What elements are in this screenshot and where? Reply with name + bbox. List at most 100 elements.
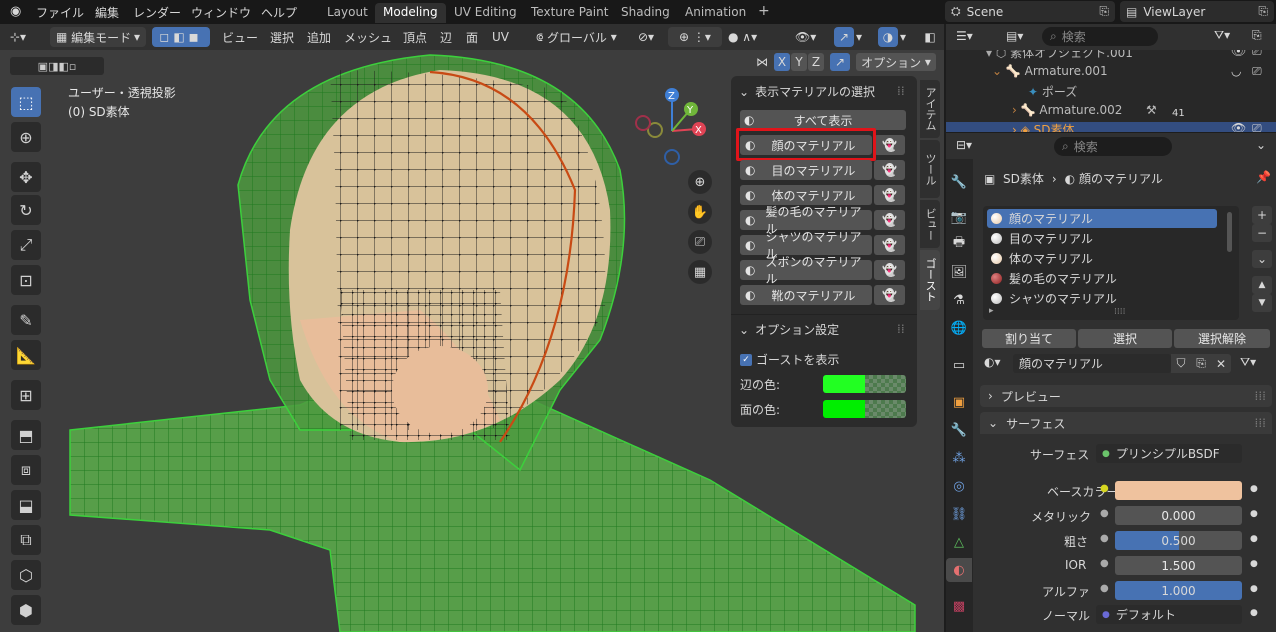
move-tool-icon[interactable]: ✥ — [11, 162, 41, 192]
properties-editor-icon[interactable]: ⊟▾ — [956, 138, 972, 152]
metallic-slider[interactable]: 0.000 — [1115, 506, 1242, 525]
options-dropdown[interactable]: オプション ▾ — [856, 53, 936, 71]
keyframe-dot-icon[interactable]: ● — [1250, 534, 1258, 544]
vtab-item[interactable]: アイテム — [920, 80, 940, 138]
transform-tool-icon[interactable]: ⊡ — [11, 265, 41, 295]
link-dropdown-icon[interactable]: ⛛▾ — [1240, 355, 1256, 370]
roughness-slider[interactable]: 0.500 — [1115, 531, 1242, 550]
tab-texture-paint[interactable]: Texture Paint — [523, 3, 616, 23]
deselect-button[interactable]: 選択解除 — [1174, 329, 1270, 348]
menu-file[interactable]: ファイル — [36, 4, 84, 21]
surface-panel-header[interactable]: ⌄ サーフェス ⁞⁞⁞ — [980, 412, 1272, 434]
drag-handle-icon[interactable]: ⁞⁞ — [897, 84, 905, 98]
material-slot[interactable]: 目のマテリアル — [987, 229, 1217, 248]
select-button[interactable]: 選択 — [1078, 329, 1172, 348]
measure-tool-icon[interactable]: 📐 — [11, 340, 41, 370]
face-color-swatch[interactable] — [823, 400, 906, 418]
tree-row-selected[interactable] — [946, 122, 1276, 132]
menu-vertex[interactable]: 頂点 — [403, 27, 427, 47]
ghost-toggle-pants[interactable]: 👻 — [874, 260, 905, 280]
vtab-ghost[interactable]: ゴースト — [920, 250, 940, 310]
tree-row[interactable]: ✦ ポーズ — [1028, 83, 1077, 100]
material-button-pants[interactable]: ◐ ズボンのマテリアル — [740, 255, 872, 286]
mirror-y-button[interactable]: Y — [791, 53, 807, 71]
alpha-slider[interactable]: 1.000 — [1115, 581, 1242, 600]
ior-field[interactable]: 1.500 — [1115, 556, 1242, 575]
ghost-toggle-body[interactable]: 👻 — [874, 185, 905, 205]
assign-button[interactable]: 割り当て — [982, 329, 1076, 348]
tree-row[interactable]: › ◈ SD素体 — [1012, 121, 1075, 132]
loop-cut-tool-icon[interactable]: ⧉ — [11, 525, 41, 555]
options-settings-header[interactable]: ⌄ オプション設定 — [739, 321, 839, 338]
ghost-toggle-eye[interactable]: 👻 — [874, 160, 905, 180]
navigation-gizmo[interactable]: Z Y X — [635, 85, 715, 165]
view-layer-tab-icon[interactable]: 🖼 — [946, 260, 972, 284]
zoom-icon[interactable]: ⊕ — [688, 170, 712, 194]
menu-mesh[interactable]: メッシュ — [344, 27, 392, 47]
eye-icon[interactable]: 👁 — [1231, 50, 1246, 58]
move-slot-down-button[interactable]: ▼ — [1252, 294, 1272, 312]
tree-row[interactable]: › 🦴 Armature.002 — [1012, 103, 1122, 117]
render-tab-icon[interactable]: 📷 — [946, 205, 972, 229]
pan-hand-icon[interactable]: ✋ — [688, 200, 712, 224]
object-tab-icon[interactable]: ▣ — [946, 390, 972, 414]
tab-animation[interactable]: Animation — [677, 3, 754, 23]
remove-slot-button[interactable]: − — [1252, 224, 1272, 242]
modifier-tab-icon[interactable]: 🔧 — [946, 418, 972, 442]
mirror-z-button[interactable]: Z — [808, 53, 824, 71]
material-slot[interactable]: シャツのマテリアル — [987, 289, 1217, 308]
menu-uv[interactable]: UV — [492, 27, 509, 47]
outliner-editor-icon[interactable]: ☰▾ — [956, 29, 973, 43]
tool-tab-icon[interactable]: 🔧 — [946, 170, 972, 194]
unlink-icon[interactable]: ✕ — [1211, 354, 1231, 373]
menu-edit[interactable]: 編集 — [95, 4, 119, 21]
material-slot[interactable]: 髪の毛のマテリアル — [987, 269, 1217, 288]
particles-tab-icon[interactable]: ⁂ — [946, 446, 972, 470]
rotate-tool-icon[interactable]: ↻ — [11, 195, 41, 225]
mode-dropdown[interactable]: ▦ 編集モード ▾ — [50, 27, 146, 47]
visibility-icon[interactable]: 👁▾ — [795, 27, 816, 47]
show-all-button[interactable]: ◐ すべて表示 — [740, 110, 906, 130]
menu-render[interactable]: レンダー — [133, 4, 181, 21]
poly-build-tool-icon[interactable]: ⬢ — [11, 595, 41, 625]
overlay-dropdown[interactable]: ▾ — [900, 27, 906, 47]
menu-view[interactable]: ビュー — [222, 27, 258, 47]
transform-orientation-dropdown[interactable]: ⟃ グローバル ▾ — [536, 27, 617, 47]
physics-tab-icon[interactable]: ◎ — [946, 474, 972, 498]
menu-select[interactable]: 選択 — [270, 27, 294, 47]
selection-mode-icons[interactable]: ▣◨◧▫ — [10, 57, 104, 75]
data-tab-icon[interactable]: △ — [946, 530, 972, 554]
annotate-tool-icon[interactable]: ✎ — [11, 305, 41, 335]
pin-icon[interactable]: 📌 — [1256, 170, 1271, 184]
visibility-icon[interactable]: ◡ — [1231, 64, 1241, 78]
cursor-tool-icon[interactable]: ⊕ — [11, 122, 41, 152]
inset-tool-icon[interactable]: ⧈ — [11, 455, 41, 485]
material-slot[interactable]: 顔のマテリアル — [987, 209, 1217, 228]
duplicate-icon[interactable]: ⎘ — [1191, 354, 1211, 373]
material-button-eye[interactable]: ◐ 目のマテリアル — [740, 160, 872, 180]
auto-merge-icon[interactable]: ↗ — [830, 53, 850, 71]
perspective-grid-icon[interactable]: ▦ — [688, 260, 712, 284]
chevron-down-icon[interactable]: ⌄ — [1256, 138, 1266, 152]
resize-handle-icon[interactable]: ⁞⁞⁞⁞ — [1114, 307, 1125, 317]
new-collection-icon[interactable]: ⎘ — [1252, 28, 1262, 43]
pin-icon[interactable]: ⎘ — [1099, 4, 1109, 19]
add-cube-tool-icon[interactable]: ⊞ — [11, 380, 41, 410]
ghost-checkbox-row[interactable]: ✓ ゴーストを表示 — [740, 351, 839, 368]
select-box-tool-icon[interactable]: ⬚ — [11, 87, 41, 117]
material-slot[interactable]: 体のマテリアル — [987, 249, 1217, 268]
keyframe-dot-icon[interactable]: ● — [1250, 608, 1258, 618]
tab-modeling[interactable]: Modeling — [375, 3, 446, 23]
render-icon[interactable]: ⎚ — [1252, 121, 1262, 132]
scene-selector[interactable]: ⛭ Scene ⎘ — [945, 1, 1115, 22]
fake-user-icon[interactable]: ⛉ — [1171, 354, 1191, 373]
knife-tool-icon[interactable]: ⬡ — [11, 560, 41, 590]
material-button-body[interactable]: ◐ 体のマテリアル — [740, 185, 872, 205]
menu-help[interactable]: ヘルプ — [261, 4, 297, 21]
constraints-tab-icon[interactable]: ⛓ — [946, 502, 972, 526]
ghost-checkbox[interactable]: ✓ — [740, 353, 752, 366]
filter-icon[interactable]: ⛛▾ — [1214, 28, 1230, 43]
render-icon[interactable]: ⎚ — [1252, 64, 1262, 79]
tab-uv-editing[interactable]: UV Editing — [446, 3, 525, 23]
eye-icon[interactable]: 👁 — [1231, 121, 1246, 132]
